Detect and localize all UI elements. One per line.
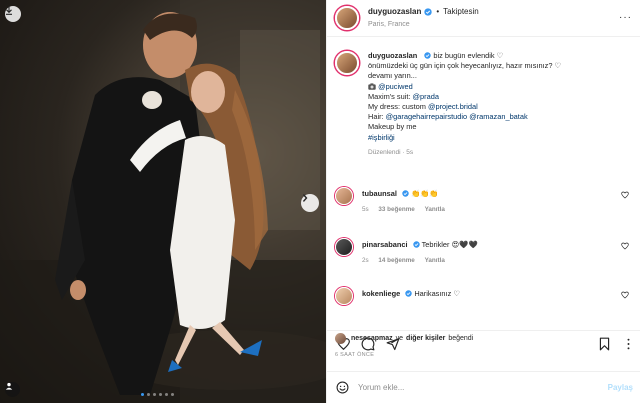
- comment-heart-icon[interactable]: [621, 291, 629, 299]
- add-comment-bar: Paylaş: [327, 371, 640, 403]
- bookmark-icon[interactable]: [598, 337, 611, 351]
- carousel-dot: [153, 393, 156, 396]
- comment-likes[interactable]: 14 beğenme: [378, 257, 414, 264]
- caption-line: devamı yarın...: [368, 71, 417, 81]
- carousel-dot: [159, 393, 162, 396]
- post-comment-button[interactable]: Paylaş: [608, 383, 633, 392]
- post-side-panel: duyguozaslan • Takiptesin Paris, France …: [326, 0, 640, 403]
- liker-username[interactable]: nesesapmaz: [351, 335, 393, 342]
- author-avatar[interactable]: [335, 6, 359, 30]
- verified-badge-icon: [402, 190, 409, 197]
- commenter-username[interactable]: tubaunsal: [362, 189, 397, 198]
- commenter-avatar[interactable]: [335, 287, 353, 305]
- commenter-avatar[interactable]: [335, 187, 353, 205]
- carousel-next-button[interactable]: [301, 194, 319, 212]
- comment-likes[interactable]: 33 beğenme: [378, 206, 414, 213]
- comment-text: Harikasınız ♡: [414, 289, 460, 298]
- bookmark-fab[interactable]: [5, 6, 21, 22]
- mention-link[interactable]: @garagehairrepairstudio: [386, 112, 467, 121]
- likes-connector: ve: [395, 335, 404, 342]
- comment-item: tubaunsal 👏👏👏 5s 33 beğenme Yanıtla: [335, 187, 631, 215]
- reply-button[interactable]: Yanıtla: [425, 206, 445, 213]
- comment-age: 5s: [362, 206, 369, 213]
- caption-username[interactable]: duyguozaslan: [368, 51, 417, 60]
- verified-badge-icon: [412, 241, 420, 248]
- wedding-photo-illustration: [0, 0, 326, 403]
- caption-line: Maxim's suit:: [368, 91, 411, 101]
- carousel-dot: [147, 393, 150, 396]
- author-username[interactable]: duyguozaslan: [368, 6, 421, 17]
- commenter-avatar[interactable]: [335, 238, 353, 256]
- carousel-dot: [165, 393, 168, 396]
- commenter-username[interactable]: kokenliege: [362, 289, 400, 298]
- comment-text: Tebrikler 😍🖤🖤: [421, 240, 478, 249]
- likes-suffix: beğendi: [448, 335, 474, 342]
- likes-summary: nesesapmaz ve diğer kişiler beğendi: [335, 333, 473, 344]
- caption-line: Hair:: [368, 112, 384, 122]
- mention-link[interactable]: @project.bridal: [428, 102, 478, 111]
- mention-link[interactable]: @ramazan_batak: [469, 112, 527, 121]
- caption-line: önümüzdeki üç gün için çok heyecanlıyız,…: [368, 61, 562, 71]
- post-photo[interactable]: [0, 0, 326, 403]
- comment-text: 👏👏👏: [411, 189, 439, 198]
- caption-line: biz bugün evlendik ♡: [433, 51, 504, 60]
- hashtag-link[interactable]: #işbirliği: [368, 133, 561, 143]
- caption-meta: Düzenlendi · 5s: [368, 148, 414, 156]
- comment-item: kokenliege Harikasınız ♡: [335, 287, 631, 305]
- reply-button[interactable]: Yanıtla: [425, 257, 445, 264]
- camera-emoji-icon: [368, 83, 376, 90]
- mention-link[interactable]: @puciwed: [378, 82, 413, 91]
- tagged-users-button[interactable]: [5, 382, 20, 397]
- verified-badge-icon: [424, 52, 432, 59]
- download-icon: [6, 6, 12, 15]
- comment-input[interactable]: [358, 383, 578, 392]
- mention-link[interactable]: @prada: [413, 92, 439, 101]
- separator-dot: •: [436, 7, 440, 16]
- caption-line: Makeup by me: [368, 122, 417, 132]
- comments-feed[interactable]: duyguozaslan biz bugün evlendik ♡ önümüz…: [327, 37, 640, 324]
- post-timestamp[interactable]: 6 SAAT ÖNCE: [335, 352, 374, 358]
- others-link[interactable]: diğer kişiler: [406, 335, 445, 342]
- comment-heart-icon[interactable]: [621, 191, 629, 199]
- emoji-icon[interactable]: [336, 381, 349, 394]
- person-icon: [5, 382, 13, 390]
- verified-badge-icon: [405, 290, 412, 297]
- carousel-dot: [171, 393, 174, 396]
- more-options-icon[interactable]: [622, 337, 635, 351]
- carousel-indicator: [141, 393, 174, 396]
- liker-avatar[interactable]: [335, 333, 346, 344]
- post-location[interactable]: Paris, France: [368, 19, 479, 30]
- post-caption: duyguozaslan biz bugün evlendik ♡ önümüz…: [335, 51, 631, 158]
- comment-heart-icon[interactable]: [621, 242, 629, 250]
- comment-age: 2s: [362, 257, 369, 264]
- carousel-dot: [141, 393, 144, 396]
- caption-avatar[interactable]: [335, 51, 359, 75]
- verified-badge-icon: [424, 7, 433, 16]
- caption-line: My dress: custom: [368, 102, 426, 112]
- more-options-icon[interactable]: ···: [619, 13, 632, 23]
- follow-status[interactable]: Takiptesin: [443, 6, 479, 17]
- commenter-username[interactable]: pinarsabanci: [362, 240, 408, 249]
- post-header: duyguozaslan • Takiptesin Paris, France …: [327, 0, 640, 37]
- comment-item: pinarsabanci Tebrikler 😍🖤🖤 2s 14 beğenme…: [335, 238, 631, 266]
- chevron-right-icon: [303, 194, 308, 202]
